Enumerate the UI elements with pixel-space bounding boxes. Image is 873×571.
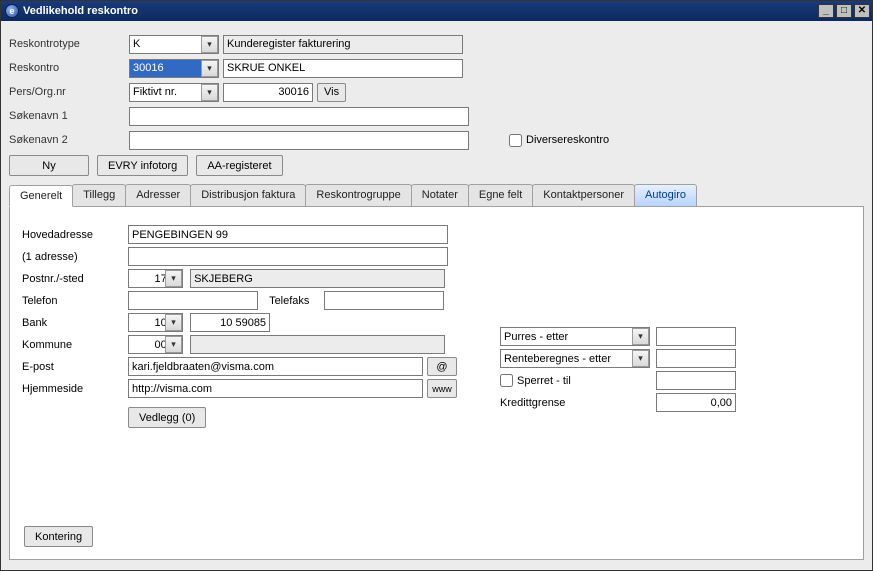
label-sokenavn1: Søkenavn 1: [9, 110, 129, 122]
email-button[interactable]: @: [427, 357, 457, 376]
tab-notater[interactable]: Notater: [411, 184, 469, 206]
reskontrotype-select[interactable]: [129, 35, 219, 54]
www-button[interactable]: www: [427, 379, 457, 398]
reskontro-name[interactable]: [223, 59, 463, 78]
sperret-value[interactable]: [656, 371, 736, 390]
kommune-navn: [190, 335, 445, 354]
kontering-button[interactable]: Kontering: [24, 526, 93, 547]
app-icon: e: [5, 4, 19, 18]
label-adresse-count: (1 adresse): [22, 251, 122, 263]
bank-code-select[interactable]: [128, 313, 183, 332]
header-form: Reskontrotype ▾ Reskontro ▾ Pers/Org.nr: [9, 29, 864, 184]
label-postnr: Postnr./-sted: [22, 273, 122, 285]
minimize-button[interactable]: _: [818, 4, 834, 18]
poststed-input: [190, 269, 445, 288]
persorg-type-select[interactable]: [129, 83, 219, 102]
label-hjemmeside: Hjemmeside: [22, 383, 122, 395]
titlebar: e Vedlikehold reskontro _ □ ✕: [1, 1, 872, 21]
sokenavn2-input[interactable]: [129, 131, 469, 150]
bank-account-input[interactable]: [190, 313, 270, 332]
label-reskontro: Reskontro: [9, 62, 129, 74]
tab-tillegg[interactable]: Tillegg: [72, 184, 126, 206]
telefon-input[interactable]: [128, 291, 258, 310]
ny-button[interactable]: Ny: [9, 155, 89, 176]
label-kommune: Kommune: [22, 339, 122, 351]
rente-value[interactable]: [656, 349, 736, 368]
hovedadresse-input[interactable]: [128, 225, 448, 244]
window: e Vedlikehold reskontro _ □ ✕ Reskontrot…: [0, 0, 873, 571]
label-telefon: Telefon: [22, 295, 122, 307]
tab-kontaktpersoner[interactable]: Kontaktpersoner: [532, 184, 635, 206]
reskontro-select[interactable]: [129, 59, 219, 78]
purres-value[interactable]: [656, 327, 736, 346]
label-bank: Bank: [22, 317, 122, 329]
sperret-label: Sperret - til: [517, 375, 571, 387]
postnr-select[interactable]: [128, 269, 183, 288]
label-persorg: Pers/Org.nr: [9, 86, 129, 98]
telefaks-input[interactable]: [324, 291, 444, 310]
label-telefaks: Telefaks: [269, 295, 321, 307]
right-block: ▾ ▾ Sperret - til: [500, 327, 770, 415]
label-hovedadresse: Hovedadresse: [22, 229, 122, 241]
aaregisteret-button[interactable]: AA-registeret: [196, 155, 282, 176]
diversereskontro-checkbox[interactable]: Diversereskontro: [509, 134, 609, 147]
reskontrotype-desc: [223, 35, 463, 54]
client-area: Reskontrotype ▾ Reskontro ▾ Pers/Org.nr: [1, 21, 872, 570]
adresse2-input[interactable]: [128, 247, 448, 266]
hjemmeside-input[interactable]: [128, 379, 423, 398]
tab-bar: Generelt Tillegg Adresser Distribusjon f…: [9, 184, 864, 207]
window-title: Vedlikehold reskontro: [23, 5, 138, 17]
tab-egnefelt[interactable]: Egne felt: [468, 184, 533, 206]
epost-input[interactable]: [128, 357, 423, 376]
tab-generelt[interactable]: Generelt: [9, 185, 73, 207]
tab-panel-generelt: Hovedadresse (1 adresse) Postnr./-sted ▾…: [9, 207, 864, 560]
kommune-select[interactable]: [128, 335, 183, 354]
persorg-nr[interactable]: [223, 83, 313, 102]
label-reskontrotype: Reskontrotype: [9, 38, 129, 50]
vis-button[interactable]: Vis: [317, 83, 346, 102]
label-epost: E-post: [22, 361, 122, 373]
sperret-checkbox[interactable]: Sperret - til: [500, 374, 650, 387]
vedlegg-button[interactable]: Vedlegg (0): [128, 407, 206, 428]
diversereskontro-box[interactable]: [509, 134, 522, 147]
sokenavn1-input[interactable]: [129, 107, 469, 126]
evry-button[interactable]: EVRY infotorg: [97, 155, 188, 176]
tab-adresser[interactable]: Adresser: [125, 184, 191, 206]
tab-distribusjon[interactable]: Distribusjon faktura: [190, 184, 306, 206]
label-sokenavn2: Søkenavn 2: [9, 134, 129, 146]
rente-select[interactable]: [500, 349, 650, 368]
purres-select[interactable]: [500, 327, 650, 346]
label-kredittgrense: Kredittgrense: [500, 397, 650, 409]
maximize-button[interactable]: □: [836, 4, 852, 18]
kredittgrense-value[interactable]: [656, 393, 736, 412]
close-button[interactable]: ✕: [854, 4, 870, 18]
sperret-box[interactable]: [500, 374, 513, 387]
tab-autogiro[interactable]: Autogiro: [634, 184, 697, 206]
diversereskontro-label: Diversereskontro: [526, 134, 609, 146]
tab-reskontrogruppe[interactable]: Reskontrogruppe: [305, 184, 411, 206]
